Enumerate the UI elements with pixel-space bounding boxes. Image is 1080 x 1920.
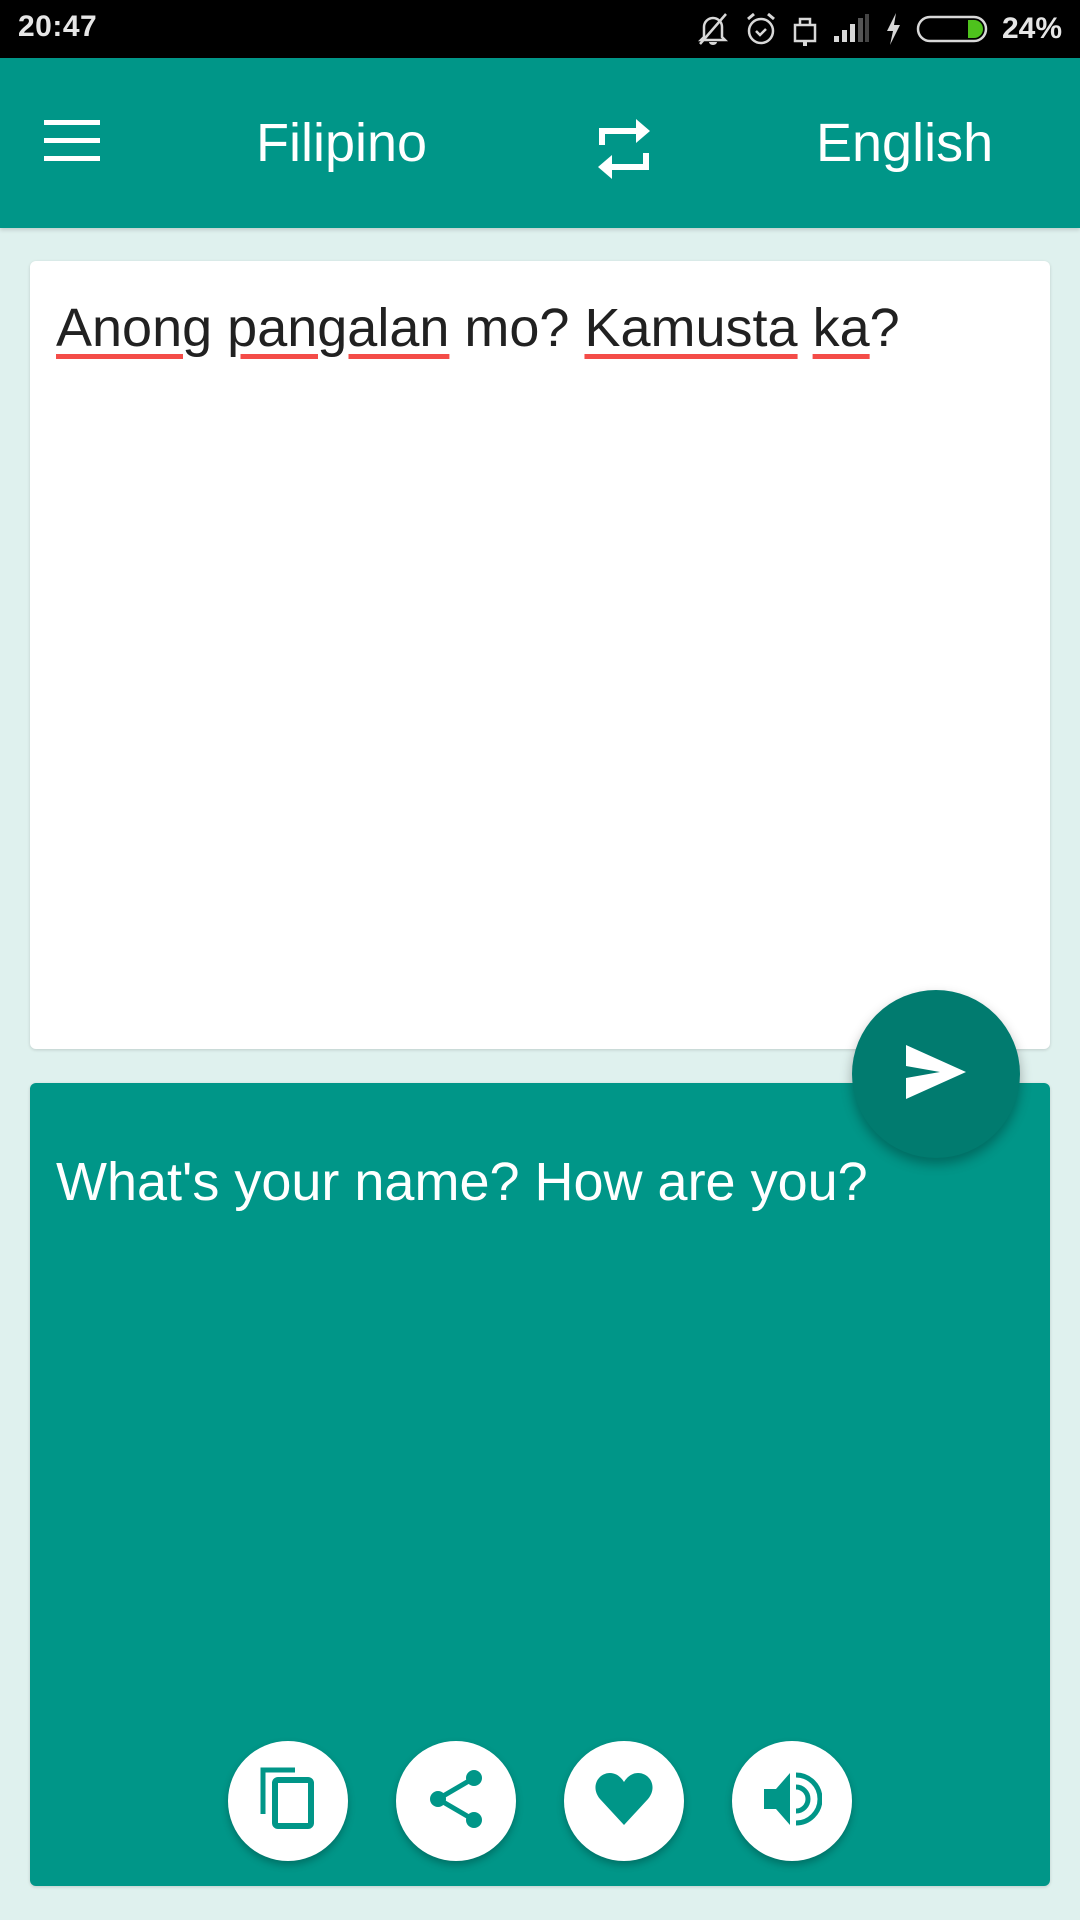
source-word: [212, 298, 227, 358]
source-word: ?: [869, 298, 900, 358]
lock-icon: [792, 11, 818, 47]
status-time: 20:47: [18, 10, 98, 43]
speak-button[interactable]: [732, 1741, 852, 1861]
app-bar: Filipino English: [0, 58, 1080, 228]
translate-send-button[interactable]: [852, 990, 1020, 1158]
input-card: Anong pangalan mo? Kamusta ka?: [30, 261, 1050, 1285]
source-word: Kamusta: [584, 298, 798, 358]
signal-icon: [832, 14, 870, 44]
translated-text: What's your name? How are you?: [56, 1152, 868, 1212]
heart-icon: [594, 1771, 654, 1832]
hamburger-menu-icon: [44, 119, 100, 167]
source-word: pangalan: [227, 298, 450, 358]
alarm-icon: [744, 11, 778, 47]
source-word: [798, 298, 813, 358]
swap-languages-icon: [596, 117, 652, 186]
status-bar: 20:47 24%: [0, 0, 1080, 58]
battery-percent: 24%: [1001, 12, 1062, 45]
swap-languages-button[interactable]: [584, 111, 664, 191]
notifications-off-icon: [696, 11, 730, 47]
favorite-button[interactable]: [564, 1741, 684, 1861]
target-language-selector[interactable]: English: [816, 113, 993, 173]
charging-icon: [884, 11, 902, 47]
copy-icon: [259, 1766, 317, 1837]
speaker-icon: [762, 1769, 823, 1834]
source-word: ka: [812, 298, 870, 358]
send-icon: [904, 1044, 968, 1104]
source-text-input[interactable]: Anong pangalan mo? Kamusta ka?: [56, 295, 1024, 363]
battery-icon: [916, 14, 988, 44]
source-word: mo?: [449, 298, 585, 358]
share-icon: [428, 1768, 484, 1835]
share-button[interactable]: [396, 1741, 516, 1861]
source-language-selector[interactable]: Filipino: [256, 113, 427, 173]
status-icons: 24%: [696, 8, 1062, 50]
source-word: Anong: [56, 298, 213, 358]
menu-button[interactable]: [44, 111, 124, 175]
copy-button[interactable]: [228, 1741, 348, 1861]
output-card: What's your name? How are you?: [30, 1083, 1050, 1886]
